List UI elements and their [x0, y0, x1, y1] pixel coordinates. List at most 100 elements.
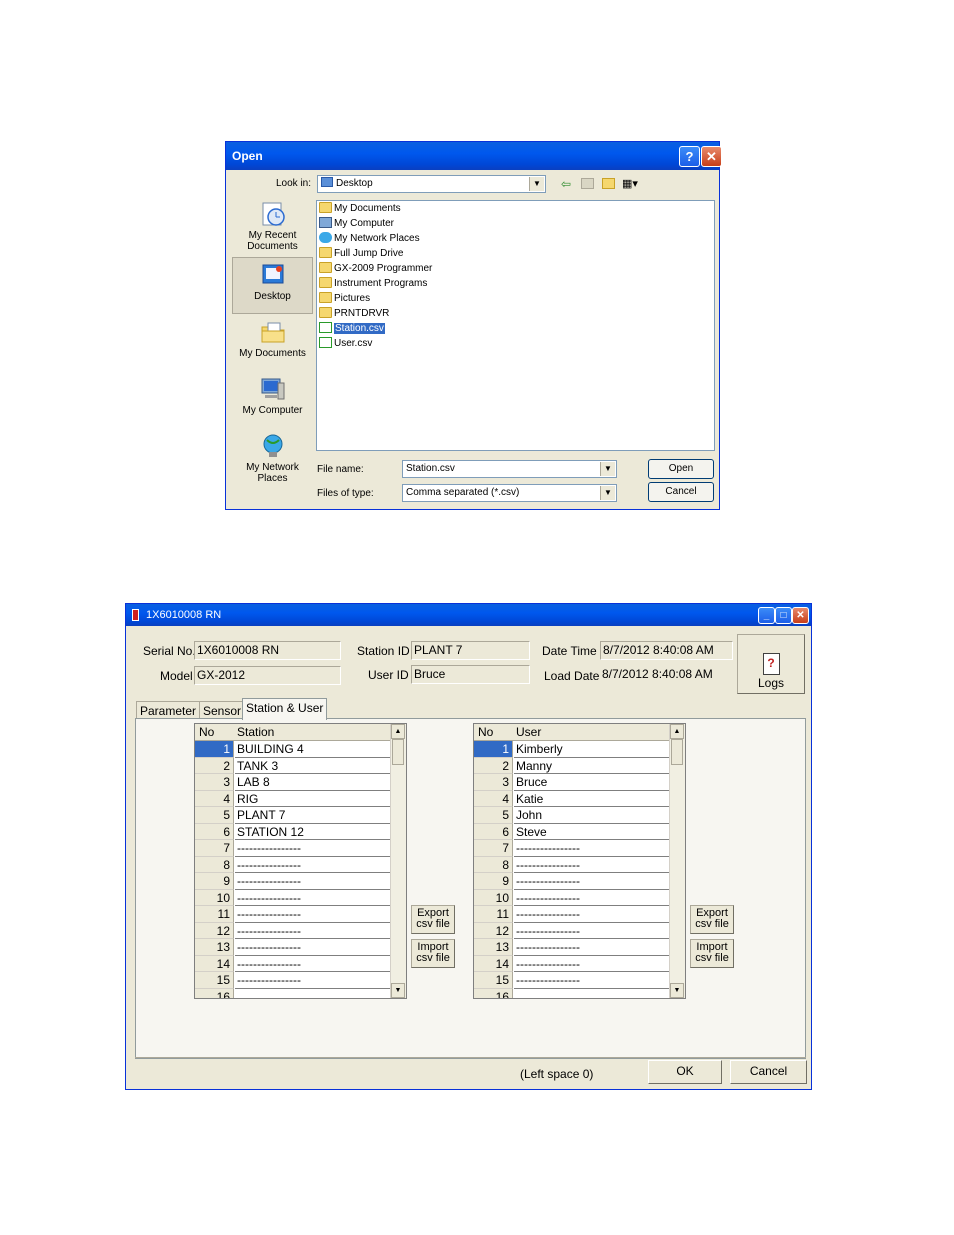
- view-menu-icon[interactable]: ▦▾: [622, 177, 638, 190]
- place-recent-documents[interactable]: My Recent Documents: [232, 200, 313, 256]
- station-import-csv-button[interactable]: Import csv file: [411, 939, 455, 968]
- table-row[interactable]: 10 ----------------: [195, 889, 391, 906]
- table-row[interactable]: 3 Bruce: [474, 774, 670, 791]
- logs-button[interactable]: ? Logs: [737, 634, 805, 694]
- table-row[interactable]: 1 Kimberly: [474, 741, 670, 758]
- list-item[interactable]: Full Jump Drive: [319, 247, 403, 261]
- row-value[interactable]: ----------------: [235, 956, 391, 972]
- look-in-dropdown[interactable]: Desktop ▼: [317, 175, 546, 193]
- table-row[interactable]: 7 ----------------: [474, 840, 670, 857]
- list-item-selected[interactable]: Station.csv: [319, 322, 385, 336]
- place-my-network-places[interactable]: My Network Places: [232, 432, 313, 490]
- scroll-down-icon[interactable]: ▼: [391, 983, 405, 998]
- close-button[interactable]: ✕: [792, 607, 809, 624]
- new-folder-icon[interactable]: [602, 178, 615, 189]
- row-value[interactable]: ----------------: [514, 873, 670, 890]
- table-row[interactable]: 8 ----------------: [195, 856, 391, 873]
- row-value[interactable]: STATION 12: [235, 824, 391, 840]
- row-value[interactable]: Kimberly: [514, 741, 670, 758]
- window-title-bar[interactable]: 1X6010008 RN: [126, 604, 811, 626]
- back-icon[interactable]: ⇦: [561, 177, 571, 191]
- list-item[interactable]: My Documents: [319, 202, 401, 216]
- table-row[interactable]: 8 ----------------: [474, 856, 670, 873]
- scroll-up-icon[interactable]: ▲: [391, 724, 405, 739]
- row-value[interactable]: BUILDING 4: [235, 741, 391, 758]
- cancel-button[interactable]: Cancel: [648, 482, 714, 502]
- row-value[interactable]: Manny: [514, 758, 670, 774]
- row-value[interactable]: ----------------: [514, 923, 670, 939]
- row-value[interactable]: ----------------: [514, 939, 670, 956]
- scroll-thumb[interactable]: [671, 739, 683, 765]
- table-row[interactable]: 13 ----------------: [474, 939, 670, 956]
- row-value[interactable]: ----------------: [514, 906, 670, 923]
- place-desktop[interactable]: Desktop: [232, 257, 313, 314]
- place-my-computer[interactable]: My Computer: [232, 375, 313, 425]
- row-value[interactable]: PLANT 7: [235, 807, 391, 824]
- row-value[interactable]: [235, 989, 391, 999]
- table-row[interactable]: 3 LAB 8: [195, 774, 391, 791]
- row-value[interactable]: ----------------: [235, 923, 391, 939]
- table-row[interactable]: 14 ----------------: [195, 955, 391, 972]
- tab-station-user[interactable]: Station & User: [242, 698, 328, 720]
- chevron-down-icon[interactable]: ▼: [529, 177, 544, 191]
- file-type-dropdown[interactable]: Comma separated (*.csv) ▼: [402, 484, 617, 502]
- row-value[interactable]: TANK 3: [235, 758, 391, 774]
- row-value[interactable]: John: [514, 807, 670, 824]
- table-row[interactable]: 10 ----------------: [474, 889, 670, 906]
- list-item[interactable]: My Computer: [319, 217, 394, 231]
- row-value[interactable]: RIG: [235, 791, 391, 807]
- row-value[interactable]: ----------------: [514, 840, 670, 857]
- table-row[interactable]: 12 ----------------: [195, 922, 391, 939]
- station-scrollbar[interactable]: ▲ ▼: [390, 724, 406, 998]
- help-button[interactable]: ?: [679, 146, 700, 167]
- ok-button[interactable]: OK: [648, 1060, 722, 1084]
- list-item[interactable]: PRNTDRVR: [319, 307, 389, 321]
- file-name-input[interactable]: Station.csv ▼: [402, 460, 617, 478]
- scroll-down-icon[interactable]: ▼: [670, 983, 684, 998]
- table-row[interactable]: 5 PLANT 7: [195, 807, 391, 824]
- list-item[interactable]: GX-2009 Programmer: [319, 262, 432, 276]
- table-row[interactable]: 16: [195, 988, 391, 999]
- maximize-button[interactable]: □: [775, 607, 792, 624]
- minimize-button[interactable]: _: [758, 607, 775, 624]
- table-row[interactable]: 5 John: [474, 807, 670, 824]
- dialog-title-bar[interactable]: Open: [226, 142, 719, 170]
- table-row[interactable]: 9 ----------------: [195, 873, 391, 890]
- table-row[interactable]: 11 ----------------: [195, 906, 391, 923]
- file-list[interactable]: My Documents My Computer My Network Plac…: [316, 200, 715, 451]
- row-value[interactable]: Katie: [514, 791, 670, 807]
- row-value[interactable]: ----------------: [235, 906, 391, 923]
- table-row[interactable]: 2 TANK 3: [195, 757, 391, 774]
- place-my-documents[interactable]: My Documents: [232, 318, 313, 368]
- table-row[interactable]: 4 Katie: [474, 790, 670, 807]
- station-export-csv-button[interactable]: Export csv file: [411, 905, 455, 934]
- table-row[interactable]: 2 Manny: [474, 757, 670, 774]
- row-value[interactable]: ----------------: [235, 840, 391, 857]
- row-value[interactable]: ----------------: [235, 890, 391, 906]
- row-value[interactable]: [514, 989, 670, 999]
- row-value[interactable]: ----------------: [514, 972, 670, 989]
- table-row[interactable]: 15 ----------------: [195, 972, 391, 989]
- row-value[interactable]: ----------------: [235, 972, 391, 989]
- user-import-csv-button[interactable]: Import csv file: [690, 939, 734, 968]
- row-value[interactable]: Bruce: [514, 774, 670, 791]
- row-value[interactable]: Steve: [514, 824, 670, 840]
- table-row[interactable]: 6 Steve: [474, 823, 670, 840]
- scroll-up-icon[interactable]: ▲: [670, 724, 684, 739]
- table-row[interactable]: 1 BUILDING 4: [195, 741, 391, 758]
- chevron-down-icon[interactable]: ▼: [600, 486, 615, 500]
- table-row[interactable]: 6 STATION 12: [195, 823, 391, 840]
- list-item[interactable]: My Network Places: [319, 232, 420, 246]
- row-value[interactable]: ----------------: [514, 857, 670, 873]
- row-value[interactable]: ----------------: [514, 890, 670, 906]
- table-row[interactable]: 7 ----------------: [195, 840, 391, 857]
- table-row[interactable]: 14 ----------------: [474, 955, 670, 972]
- user-export-csv-button[interactable]: Export csv file: [690, 905, 734, 934]
- chevron-down-icon[interactable]: ▼: [600, 462, 615, 476]
- list-item[interactable]: Instrument Programs: [319, 277, 427, 291]
- table-row[interactable]: 16: [474, 988, 670, 999]
- station-table[interactable]: No Station 1 BUILDING 4 2 TANK 3 3 LAB 8 4 RIG 5…: [194, 723, 407, 999]
- row-value[interactable]: ----------------: [235, 857, 391, 873]
- open-button[interactable]: Open: [648, 459, 714, 479]
- row-value[interactable]: LAB 8: [235, 774, 391, 791]
